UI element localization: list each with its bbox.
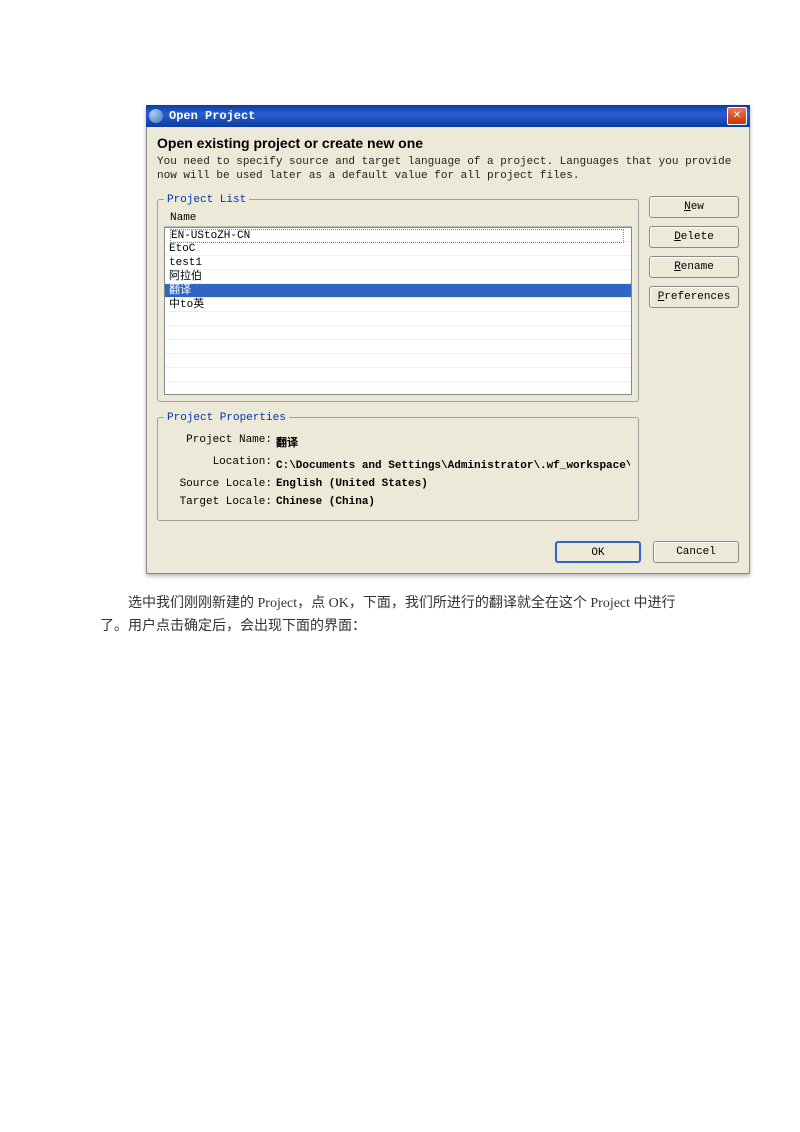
- list-item[interactable]: EN-UStoZH-CN: [165, 228, 631, 242]
- value-source-locale: English (United States): [276, 478, 630, 490]
- list-item[interactable]: [165, 326, 631, 340]
- list-item[interactable]: [165, 312, 631, 326]
- caption-text: 选中我们刚刚新建的 Project，点 OK，下面，我们所进行的翻译就全在这个 …: [100, 592, 700, 640]
- project-properties-legend: Project Properties: [164, 412, 289, 424]
- new-button[interactable]: New: [649, 196, 739, 218]
- open-project-dialog: Open Project ✕ Open existing project or …: [146, 105, 750, 574]
- value-target-locale: Chinese (China): [276, 496, 630, 508]
- label-target-locale: Target Locale:: [166, 496, 276, 508]
- list-column-header: Name: [164, 210, 632, 227]
- title-bar: Open Project ✕: [146, 105, 750, 127]
- value-project-name: 翻译: [276, 434, 630, 450]
- rename-button[interactable]: Rename: [649, 256, 739, 278]
- list-item[interactable]: 翻译: [165, 284, 631, 298]
- list-item[interactable]: 中to英: [165, 298, 631, 312]
- list-item[interactable]: [165, 382, 631, 395]
- delete-button[interactable]: Delete: [649, 226, 739, 248]
- label-project-name: Project Name:: [166, 434, 276, 450]
- ok-button[interactable]: OK: [555, 541, 641, 563]
- label-source-locale: Source Locale:: [166, 478, 276, 490]
- app-icon: [149, 109, 163, 123]
- value-location: C:\Documents and Settings\Administrator\…: [276, 456, 630, 472]
- list-item[interactable]: EtoC: [165, 242, 631, 256]
- project-properties-group: Project Properties Project Name: 翻译 Loca…: [157, 412, 639, 521]
- dialog-body: Open existing project or create new one …: [146, 127, 750, 574]
- preferences-button[interactable]: Preferences: [649, 286, 739, 308]
- cancel-button[interactable]: Cancel: [653, 541, 739, 563]
- project-list[interactable]: EN-UStoZH-CNEtoCtest1阿拉伯翻译中to英: [164, 227, 632, 395]
- list-item[interactable]: [165, 354, 631, 368]
- project-list-legend: Project List: [164, 194, 249, 206]
- list-item[interactable]: [165, 340, 631, 354]
- dialog-description: You need to specify source and target la…: [157, 155, 739, 184]
- dialog-heading: Open existing project or create new one: [157, 135, 739, 151]
- label-location: Location:: [166, 456, 276, 472]
- list-item[interactable]: test1: [165, 256, 631, 270]
- list-item[interactable]: 阿拉伯: [165, 270, 631, 284]
- close-icon[interactable]: ✕: [727, 107, 747, 125]
- window-title: Open Project: [169, 109, 727, 123]
- project-list-group: Project List Name EN-UStoZH-CNEtoCtest1阿…: [157, 194, 639, 402]
- list-item[interactable]: [165, 368, 631, 382]
